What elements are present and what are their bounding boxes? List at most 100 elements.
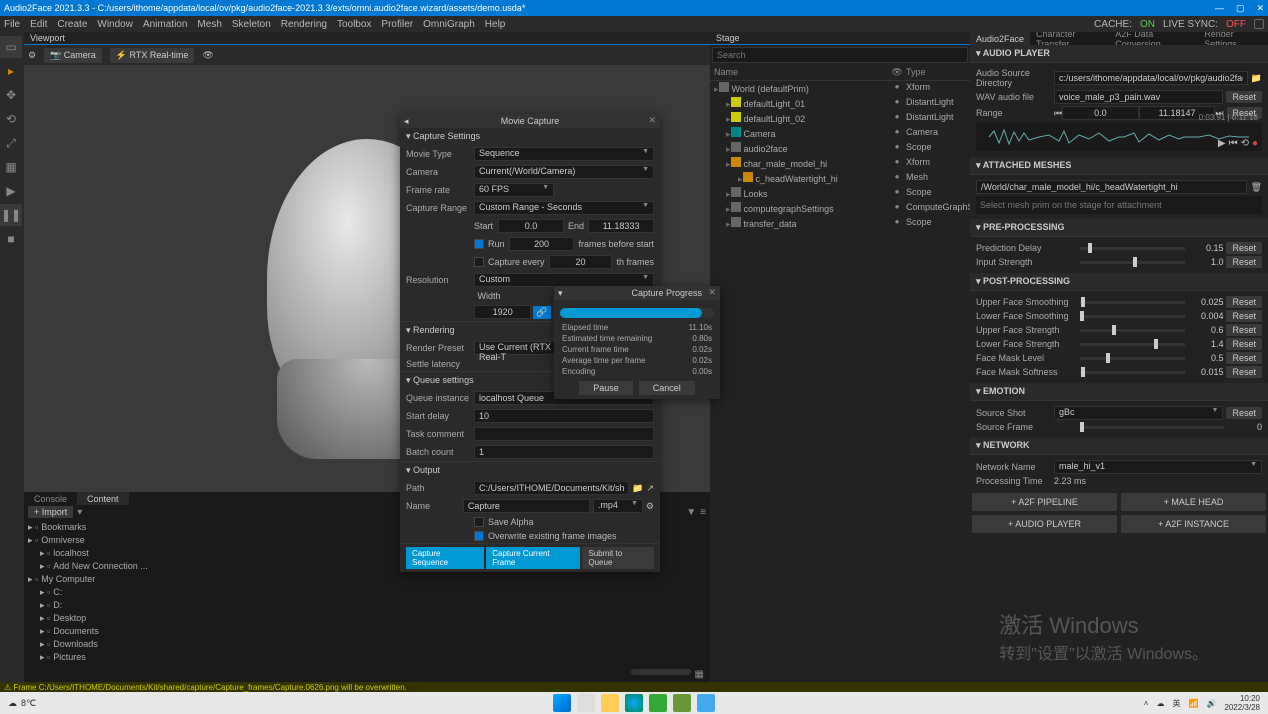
- ime-icon[interactable]: 英: [1172, 698, 1180, 709]
- chevron-down-icon[interactable]: ▾: [77, 507, 82, 518]
- rotate-tool-icon[interactable]: ⟲: [0, 108, 22, 130]
- male-head-button[interactable]: + MALE HEAD: [1121, 493, 1266, 511]
- capture-sequence-button[interactable]: Capture Sequence: [406, 547, 484, 569]
- run-frames-input[interactable]: [509, 237, 575, 251]
- camera-selector[interactable]: 📷 Camera: [44, 48, 102, 63]
- slider[interactable]: [1080, 301, 1185, 304]
- menu-omnigraph[interactable]: OmniGraph: [423, 19, 475, 30]
- close-icon[interactable]: ✕: [648, 115, 656, 126]
- mesh-path-input[interactable]: [976, 180, 1247, 194]
- tree-item[interactable]: ▸ ▫Bookmarks: [26, 521, 322, 534]
- record-icon[interactable]: ●: [1252, 138, 1258, 149]
- submit-queue-button[interactable]: Submit to Queue: [582, 547, 654, 569]
- reset-button[interactable]: Reset: [1226, 242, 1262, 254]
- menu-rendering[interactable]: Rendering: [281, 19, 327, 30]
- pause-tool-icon[interactable]: ❚❚: [0, 204, 22, 226]
- tree-item[interactable]: ▸ ▫Downloads: [26, 638, 322, 651]
- search-taskbar-icon[interactable]: [577, 694, 595, 712]
- sync-toggle-icon[interactable]: [1254, 19, 1264, 29]
- edge-icon[interactable]: [625, 694, 643, 712]
- slider[interactable]: [1080, 343, 1185, 346]
- every-input[interactable]: [549, 255, 613, 269]
- a2f-pipeline-button[interactable]: + A2F PIPELINE: [972, 493, 1117, 511]
- weather-icon[interactable]: ☁: [8, 698, 17, 709]
- filter-icon[interactable]: ▼: [686, 507, 696, 518]
- run-checkbox[interactable]: [474, 239, 484, 249]
- capture-frame-button[interactable]: Capture Current Frame: [486, 547, 580, 569]
- link-icon[interactable]: 🔗: [533, 306, 550, 319]
- open-folder-icon[interactable]: ↗: [646, 483, 654, 494]
- sync-state[interactable]: OFF: [1226, 19, 1246, 30]
- audio-source-input[interactable]: [1054, 71, 1248, 85]
- move-tool-icon[interactable]: ✥: [0, 84, 22, 106]
- menu-toolbox[interactable]: Toolbox: [337, 19, 371, 30]
- reset-button[interactable]: Reset: [1226, 407, 1262, 419]
- movie-type-select[interactable]: Sequence: [474, 147, 654, 161]
- viewport-tab[interactable]: Viewport: [24, 32, 710, 45]
- end-input[interactable]: [588, 219, 654, 233]
- save-alpha-checkbox[interactable]: [474, 517, 484, 527]
- minimize-icon[interactable]: —: [1215, 3, 1224, 14]
- play-tool-icon[interactable]: ▶: [0, 180, 22, 202]
- maximize-icon[interactable]: ▢: [1236, 3, 1245, 14]
- reset-button[interactable]: Reset: [1226, 310, 1262, 322]
- stage-row[interactable]: ▸Camera●Camera: [710, 126, 970, 141]
- reset-button[interactable]: Reset: [1226, 256, 1262, 268]
- wav-file-input[interactable]: [1054, 90, 1223, 104]
- app-icon[interactable]: [649, 694, 667, 712]
- close-icon[interactable]: ✕: [1256, 3, 1264, 14]
- tree-item[interactable]: ▸ ▫Desktop: [26, 612, 322, 625]
- cancel-button[interactable]: Cancel: [639, 381, 695, 395]
- stage-row[interactable]: ▸defaultLight_01●DistantLight: [710, 96, 970, 111]
- output-name-input[interactable]: [463, 499, 590, 513]
- stop-tool-icon[interactable]: ■: [0, 228, 22, 250]
- right-tab[interactable]: Render Settings: [1198, 32, 1268, 45]
- wifi-icon[interactable]: 📶: [1188, 699, 1198, 708]
- network-name-select[interactable]: male_hi_v1: [1054, 460, 1262, 474]
- resolution-select[interactable]: Custom: [474, 273, 654, 287]
- skip-start-icon[interactable]: ⏮: [1054, 108, 1062, 119]
- gear-icon[interactable]: ⚙: [646, 501, 654, 512]
- render-preset-select[interactable]: Use Current (RTX Real-T: [474, 341, 564, 355]
- slider[interactable]: [1080, 247, 1185, 250]
- network-header[interactable]: ▾ NETWORK: [970, 437, 1268, 455]
- reset-button[interactable]: Reset: [1226, 91, 1262, 103]
- list-view-icon[interactable]: ▦: [695, 669, 704, 680]
- stage-row[interactable]: ▸Looks●Scope: [710, 186, 970, 201]
- slider[interactable]: [1080, 371, 1185, 374]
- folder-icon[interactable]: 📁: [1251, 73, 1262, 84]
- tree-item[interactable]: ▸ ▫Pictures: [26, 651, 322, 664]
- waveform[interactable]: 0:03.91 | 0:11.18 ▶ ⏮ ⟲ ●: [976, 123, 1262, 151]
- overwrite-checkbox[interactable]: [474, 531, 484, 541]
- volume-icon[interactable]: 🔊: [1206, 699, 1216, 708]
- capture-every-checkbox[interactable]: [474, 257, 484, 267]
- close-icon[interactable]: ✕: [708, 287, 716, 298]
- tray-chevron-icon[interactable]: ˄: [1144, 699, 1149, 708]
- menu-file[interactable]: File: [4, 19, 20, 30]
- stage-row[interactable]: ▸c_headWatertight_hi●Mesh: [710, 171, 970, 186]
- render-mode[interactable]: ⚡ RTX Real-time: [110, 48, 195, 63]
- menu-mesh[interactable]: Mesh: [197, 19, 221, 30]
- folder-icon[interactable]: 📁: [632, 483, 643, 494]
- a2f-instance-button[interactable]: + A2F INSTANCE: [1121, 515, 1266, 533]
- slider[interactable]: [1080, 329, 1185, 332]
- right-tab[interactable]: Audio2Face: [970, 32, 1030, 45]
- stage-row[interactable]: ▸transfer_data●Scope: [710, 216, 970, 231]
- onedrive-icon[interactable]: ☁: [1156, 699, 1164, 708]
- prev-icon[interactable]: ⏮: [1229, 138, 1238, 149]
- range-start-input[interactable]: [1062, 106, 1139, 120]
- right-tab[interactable]: Character Transfer: [1030, 32, 1109, 45]
- stage-row[interactable]: ▸char_male_model_hi●Xform: [710, 156, 970, 171]
- stage-col-name[interactable]: Name: [714, 67, 888, 78]
- import-button[interactable]: + Import: [28, 506, 73, 518]
- source-shot-select[interactable]: gBc: [1054, 406, 1223, 420]
- pre-header[interactable]: ▾ PRE-PROCESSING: [970, 219, 1268, 237]
- tree-item[interactable]: ▸ ▫localhost: [26, 547, 322, 560]
- omniverse-icon[interactable]: [697, 694, 715, 712]
- collapse-icon[interactable]: ◂: [404, 116, 409, 127]
- stage-row[interactable]: ▸computegraphSettings●ComputeGraphS: [710, 201, 970, 216]
- collapse-icon[interactable]: ▾: [558, 288, 563, 299]
- grid-icon[interactable]: ≡: [700, 507, 706, 518]
- format-select[interactable]: .mp4: [593, 499, 643, 513]
- console-tab[interactable]: Console: [24, 492, 77, 505]
